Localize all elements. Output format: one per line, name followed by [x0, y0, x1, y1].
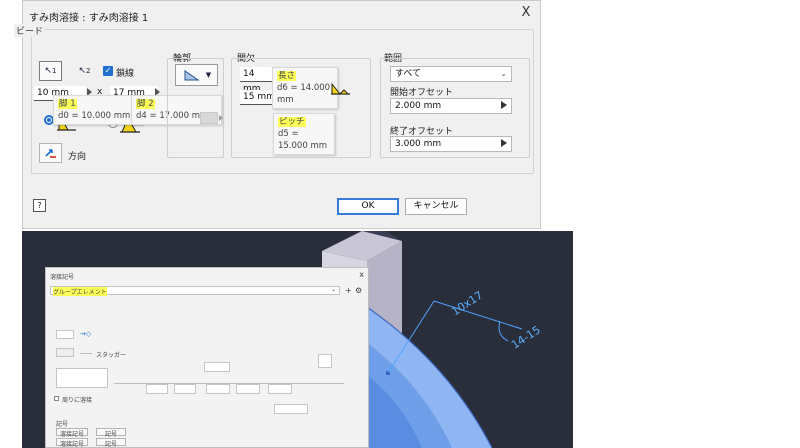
symbol-field[interactable] — [204, 362, 230, 372]
range-select[interactable]: すべて ⌄ — [390, 66, 512, 82]
add-icon[interactable]: + — [345, 286, 352, 295]
help-icon[interactable]: ? — [33, 199, 46, 212]
end-offset-input[interactable]: 3.000 mm — [390, 136, 512, 152]
symbol-button-1[interactable]: 溶接記号 — [56, 428, 88, 438]
stepper-arrow-icon[interactable] — [501, 101, 507, 109]
direction-button[interactable] — [39, 143, 62, 163]
all-around-label: 周りに溶接 — [62, 397, 93, 404]
chevron-down-icon: ⌄ — [500, 69, 507, 78]
chain-label: 鎖線 — [116, 69, 135, 79]
all-around-checkbox[interactable] — [54, 396, 59, 401]
stagger-label: スタッガー — [96, 352, 127, 359]
cursor-icon: ↖ — [78, 66, 87, 76]
length-weld-icon — [331, 82, 350, 95]
cancel-button[interactable]: キャンセル — [405, 198, 467, 215]
mini-dialog-title: 溶接記号 — [50, 274, 75, 281]
length-tooltip: 長さ d6 = 14.000 mm — [272, 67, 338, 109]
weld-symbol-dialog: 溶接記号 x グループエレメント ⌄ + ⚙ →◇ スタッガー 周りに溶接 記号… — [45, 267, 369, 448]
close-icon[interactable]: x — [359, 270, 364, 279]
symbol-text-box[interactable] — [56, 368, 108, 388]
symbol-field[interactable] — [146, 384, 168, 394]
bead-legend: ビード — [14, 24, 46, 37]
start-offset-input[interactable]: 2.000 mm — [390, 98, 512, 114]
chevron-down-icon: ⌄ — [330, 286, 336, 293]
flat-contour-icon — [184, 70, 200, 81]
close-icon[interactable]: X — [518, 5, 534, 21]
cursor-icon: ↖ — [44, 66, 53, 76]
start-offset-label: 開始オフセット — [390, 88, 454, 98]
gear-icon[interactable]: ⚙ — [355, 286, 362, 295]
arrow-side-dropdown[interactable] — [56, 330, 74, 339]
symbol-field[interactable] — [236, 384, 260, 394]
ok-button[interactable]: OK — [337, 198, 399, 215]
select-face2-button[interactable]: ↖ 2 — [73, 61, 96, 81]
chain-checkbox[interactable]: ✓ — [103, 66, 113, 76]
direction-label: 方向 — [68, 152, 87, 162]
symbol-field[interactable] — [206, 384, 230, 394]
group-element-field[interactable]: グループエレメント ⌄ — [50, 286, 340, 296]
tail-button[interactable] — [318, 354, 332, 368]
swap-icon[interactable]: →◇ — [80, 330, 91, 338]
contour-arrow-icon[interactable] — [219, 115, 223, 121]
chevron-down-icon: ▼ — [205, 71, 212, 79]
dialog-title: すみ肉溶接 : すみ肉溶接 1 — [29, 13, 149, 24]
process-dropdown[interactable] — [274, 404, 308, 414]
symbol-field[interactable] — [268, 384, 292, 394]
contour-dropdown[interactable]: ▼ — [175, 64, 218, 86]
flip-direction-icon — [44, 149, 56, 158]
pitch-tooltip: ピッチ d5 = 15.000 mm — [273, 113, 335, 155]
symbol-button-4[interactable]: 記号 — [96, 438, 126, 448]
length-input[interactable]: 14 mm — [240, 67, 274, 94]
other-side-dropdown[interactable] — [56, 348, 74, 357]
stepper-arrow-icon[interactable] — [501, 139, 507, 147]
select-face1-button[interactable]: ↖ 1 — [39, 61, 62, 81]
leg1-tooltip: 脚 1 d0 = 10.000 mm — [53, 95, 143, 125]
symbol-button-2[interactable]: 記号 — [96, 428, 126, 438]
symbol-section-label: 記号 — [56, 421, 69, 428]
symbol-button-3[interactable]: 溶接記号 — [56, 438, 88, 448]
contour-offset-input[interactable] — [200, 112, 218, 124]
symbol-field[interactable] — [174, 384, 196, 394]
